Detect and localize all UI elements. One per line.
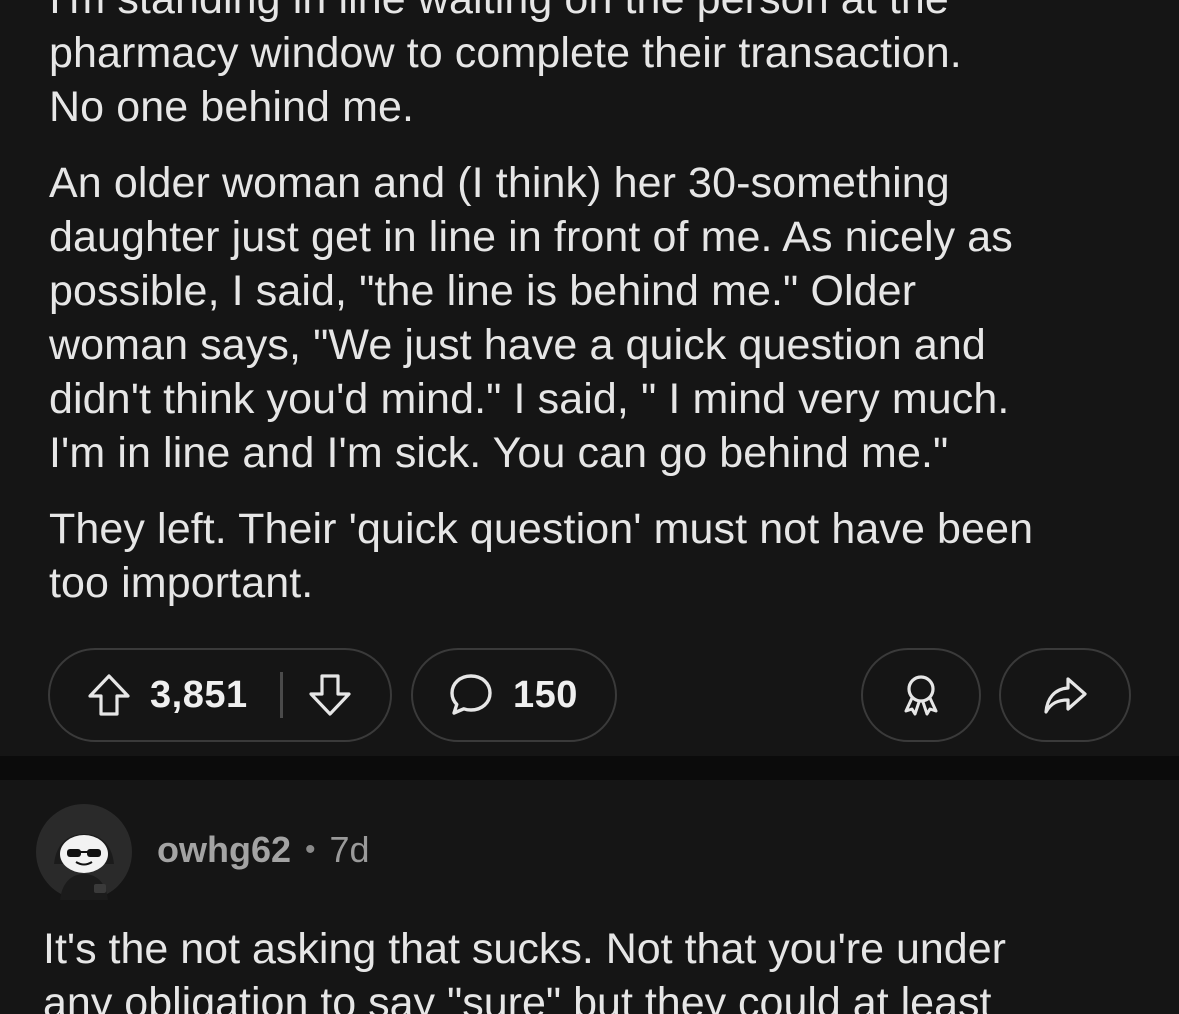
post-body: I'm standing in line waiting on the pers… — [49, 0, 1149, 632]
comment-line: It's the not asking that sucks. Not that… — [43, 925, 1006, 973]
comment-count: 150 — [513, 673, 578, 716]
arrow-up-icon[interactable] — [86, 672, 132, 718]
comment-meta: owhg62 • 7d — [157, 828, 370, 872]
section-divider — [0, 756, 1179, 780]
comment-card: owhg62 • 7d It's the not asking that suc… — [0, 780, 1179, 1014]
award-button[interactable] — [861, 648, 981, 742]
post-line: too important. — [49, 559, 314, 607]
post-line: No one behind me. — [49, 83, 415, 131]
vote-control: 3,851 — [48, 648, 392, 742]
post-paragraph-1: I'm standing in line waiting on the pers… — [49, 0, 1149, 134]
post-line: I'm standing in line waiting on the pers… — [49, 0, 1149, 26]
vote-count: 3,851 — [150, 673, 248, 716]
vote-divider — [279, 672, 283, 718]
post-paragraph-3: They left. Their 'quick question' must n… — [49, 502, 1149, 610]
post-line: They left. Their 'quick question' must n… — [49, 505, 1034, 553]
share-button[interactable] — [999, 648, 1131, 742]
post-paragraph-2: An older woman and (I think) her 30-some… — [49, 156, 1149, 480]
post-line: I'm in line and I'm sick. You can go beh… — [49, 429, 949, 477]
comment-body: It's the not asking that sucks. Not that… — [43, 922, 1163, 1014]
post-line: possible, I said, "the line is behind me… — [49, 267, 917, 315]
snoo-avatar-icon[interactable] — [36, 804, 132, 900]
comment-username[interactable]: owhg62 — [157, 828, 291, 872]
post-line: didn't think you'd mind." I said, " I mi… — [49, 375, 1010, 423]
comment-line: any obligation to say "sure" but they co… — [43, 979, 992, 1014]
post-line: An older woman and (I think) her 30-some… — [49, 159, 950, 207]
share-arrow-icon — [1041, 671, 1089, 719]
reddit-post-screen: I'm standing in line waiting on the pers… — [0, 0, 1179, 1014]
comment-age: 7d — [329, 829, 370, 870]
post-card: I'm standing in line waiting on the pers… — [0, 0, 1179, 756]
meta-separator: • — [305, 833, 316, 866]
speech-bubble-icon — [447, 671, 495, 719]
post-line: daughter just get in line in front of me… — [49, 213, 1013, 261]
post-line: woman says, "We just have a quick questi… — [49, 321, 986, 369]
comments-button[interactable]: 150 — [411, 648, 617, 742]
post-line: pharmacy window to complete their transa… — [49, 29, 962, 77]
post-action-bar: 3,851 150 — [0, 648, 1179, 744]
arrow-down-icon[interactable] — [307, 672, 353, 718]
award-ribbon-icon — [897, 671, 945, 719]
